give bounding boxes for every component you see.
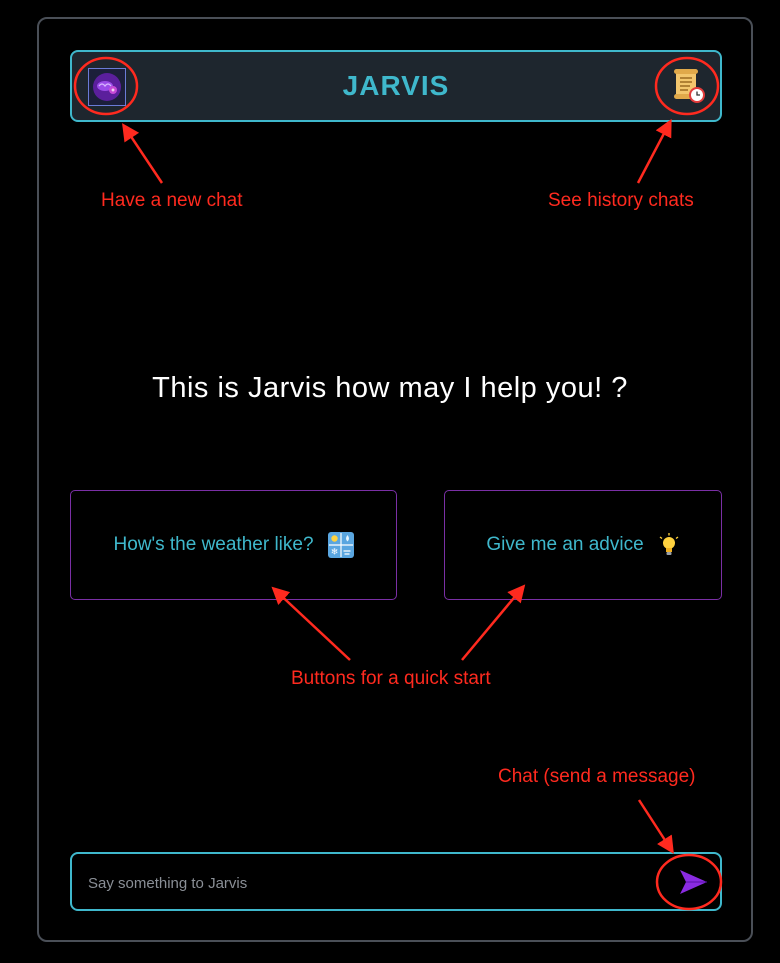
chat-input[interactable] bbox=[86, 862, 650, 904]
quick-start-weather-button[interactable]: How's the weather like? ❄ bbox=[70, 490, 397, 600]
scroll-clock-icon bbox=[674, 69, 705, 103]
annotation-history: See history chats bbox=[548, 190, 694, 211]
header-bar: JARVIS bbox=[70, 50, 722, 122]
greeting-text: This is Jarvis how may I help you! ? bbox=[152, 372, 628, 404]
annotation-send: Chat (send a message) bbox=[498, 766, 696, 787]
weather-icon: ❄ bbox=[327, 532, 354, 558]
page: JARVIS This is Jarvis how may I help you… bbox=[0, 0, 780, 963]
annotation-quick-start: Buttons for a quick start bbox=[291, 668, 491, 689]
app-frame bbox=[37, 17, 753, 942]
quick-start-advice-button[interactable]: Give me an advice bbox=[444, 490, 722, 600]
send-button[interactable] bbox=[676, 866, 710, 898]
lightbulb-icon bbox=[659, 533, 679, 555]
send-arrow-icon bbox=[680, 870, 707, 894]
annotation-new-chat: Have a new chat bbox=[101, 190, 243, 211]
history-button[interactable] bbox=[668, 66, 708, 106]
chat-composer bbox=[70, 852, 722, 911]
quick-start-advice-label: Give me an advice bbox=[486, 534, 644, 555]
app-title: JARVIS bbox=[342, 70, 450, 101]
svg-text:❄: ❄ bbox=[330, 548, 338, 558]
quick-start-weather-label: How's the weather like? bbox=[113, 534, 314, 555]
